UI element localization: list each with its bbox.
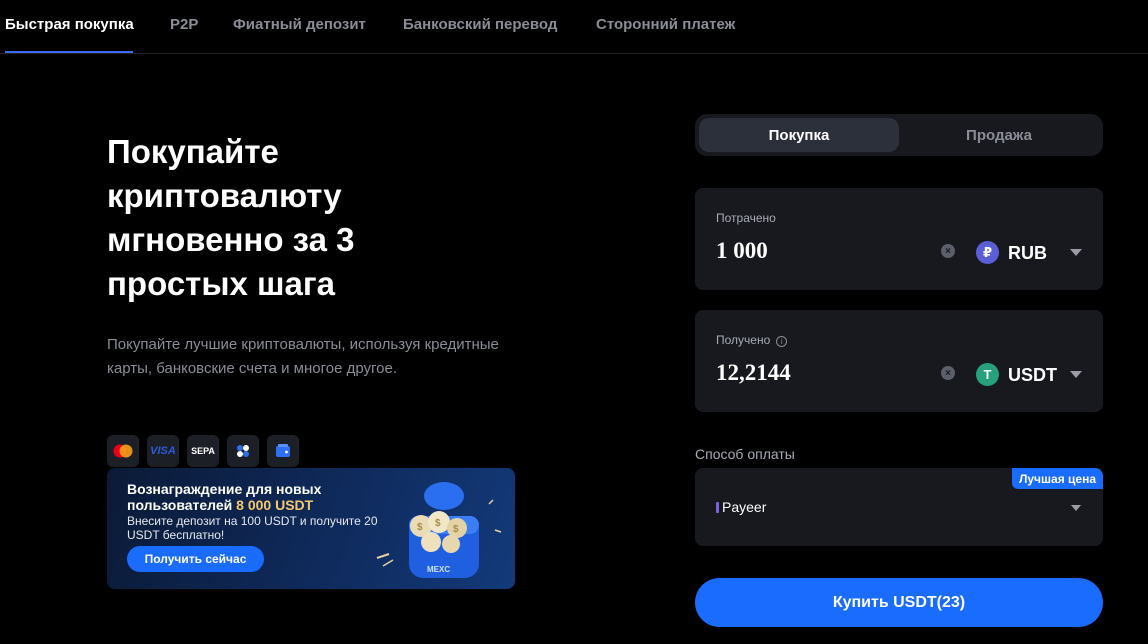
rub-coin-icon: ₽	[976, 241, 999, 264]
get-now-button[interactable]: Получить сейчас	[127, 546, 264, 572]
payment-method-select[interactable]: Лучшая цена Payeer	[695, 468, 1103, 546]
gift-box-coins-icon: MEXC $ $ $	[376, 482, 502, 578]
mastercard-icon	[107, 435, 139, 467]
spend-currency[interactable]: RUB	[1008, 243, 1047, 264]
spend-label: Потрачено	[716, 211, 776, 225]
usdt-coin-icon: T	[976, 363, 999, 386]
receive-label-row: Получено i	[716, 333, 788, 347]
receive-amount-field[interactable]: Получено i 12,2144 × T USDT	[695, 310, 1103, 412]
buy-usdt-button[interactable]: Купить USDT(23)	[695, 578, 1103, 627]
svg-text:$: $	[435, 518, 441, 529]
tab-third-party-payment[interactable]: Сторонний платеж	[596, 16, 735, 33]
tab-bank-transfer[interactable]: Банковский перевод	[403, 16, 557, 33]
tab-quick-buy[interactable]: Быстрая покупка	[5, 16, 134, 33]
hero-title: Покупайте криптовалюту мгновенно за 3 пр…	[107, 133, 355, 302]
dots-pay-icon	[227, 435, 259, 467]
receive-currency[interactable]: USDT	[1008, 365, 1057, 386]
chevron-down-icon[interactable]	[1070, 249, 1082, 256]
receive-label: Получено	[716, 333, 771, 347]
top-tab-bar: Быстрая покупка P2P Фиатный депозит Банк…	[0, 0, 1148, 54]
buy-sell-toggle: Покупка Продажа	[695, 114, 1103, 156]
info-icon[interactable]: i	[776, 336, 788, 347]
clear-icon[interactable]: ×	[941, 366, 955, 380]
spend-amount-field[interactable]: Потрачено 1 000 × ₽ RUB	[695, 188, 1103, 290]
promo-title: Вознаграждение для новых пользователей 8…	[127, 481, 387, 513]
promo-amount: 8 000 USDT	[236, 497, 314, 513]
payeer-logo-icon	[716, 502, 719, 513]
svg-text:$: $	[417, 522, 423, 533]
receive-amount-value: 12,2144	[716, 360, 791, 385]
chevron-down-icon[interactable]	[1070, 371, 1082, 378]
svg-text:$: $	[453, 524, 459, 535]
best-price-badge: Лучшая цена	[1011, 468, 1103, 489]
payment-method-label: Способ оплаты	[695, 446, 795, 462]
promo-description: Внесите депозит на 100 USDT и получите 2…	[127, 514, 378, 542]
chevron-down-icon[interactable]	[1071, 505, 1081, 511]
visa-icon: VISA	[147, 435, 179, 467]
new-user-reward-banner[interactable]: Вознаграждение для новых пользователей 8…	[107, 468, 515, 589]
payment-method-value: Payeer	[722, 499, 767, 515]
spend-amount-input[interactable]: 1 000	[716, 238, 768, 264]
active-tab-indicator	[5, 51, 133, 53]
payment-icons-row: VISA SEPA	[107, 435, 299, 467]
clear-icon[interactable]: ×	[941, 244, 955, 258]
promo-art-logo: MEXC	[427, 565, 450, 574]
sepa-icon: SEPA	[187, 435, 219, 467]
tab-p2p[interactable]: P2P	[170, 16, 198, 33]
sell-toggle-option[interactable]: Продажа	[899, 118, 1099, 152]
hero-subtitle: Покупайте лучшие криптовалюты, используя…	[107, 336, 499, 377]
buy-toggle-option[interactable]: Покупка	[699, 118, 899, 152]
tab-fiat-deposit[interactable]: Фиатный депозит	[233, 16, 366, 33]
wallet-icon	[267, 435, 299, 467]
